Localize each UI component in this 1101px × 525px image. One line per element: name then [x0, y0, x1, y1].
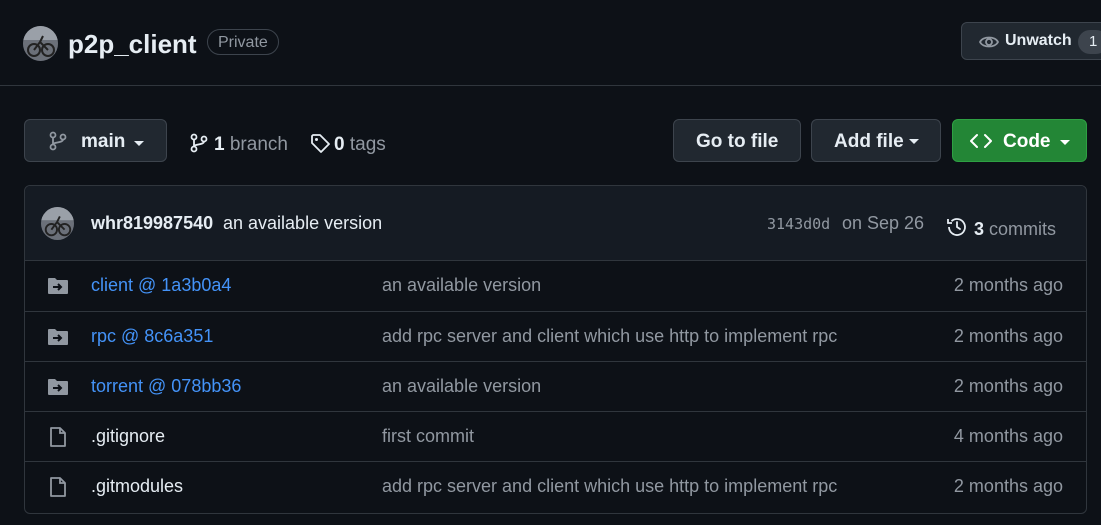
commits-history-link[interactable]: 3 commits [946, 213, 1056, 240]
file-name[interactable]: rpc @ 8c6a351 [91, 326, 213, 347]
tag-icon [311, 134, 330, 153]
file-row[interactable]: .gitmodules add rpc server and client wh… [25, 461, 1086, 511]
unwatch-button[interactable]: Unwatch 1 [961, 22, 1101, 60]
file-commit-message[interactable]: first commit [382, 426, 474, 447]
commit-author[interactable]: whr819987540 [91, 213, 213, 234]
commit-author-avatar[interactable] [41, 207, 74, 240]
file-row[interactable]: torrent @ 078bb36 an available version 2… [25, 361, 1086, 411]
file-row[interactable]: rpc @ 8c6a351 add rpc server and client … [25, 311, 1086, 361]
commit-author-avatar-image [41, 207, 74, 240]
chevron-down-icon [1060, 140, 1070, 145]
commit-date: on Sep 26 [842, 213, 925, 233]
file-icon [50, 477, 66, 497]
go-to-file-button[interactable]: Go to file [673, 119, 801, 162]
file-name[interactable]: .gitignore [91, 426, 165, 447]
add-file-label: Add file [834, 131, 904, 152]
file-age: 2 months ago [953, 376, 1063, 396]
code-icon [970, 134, 992, 148]
history-icon [947, 218, 966, 236]
branches-count: 1 [214, 134, 225, 155]
branches-text: branch [229, 134, 288, 155]
file-age: 4 months ago [953, 426, 1063, 446]
commit-sha[interactable]: 3143d0d [767, 215, 830, 233]
branches-link[interactable]: 1 branch [190, 130, 288, 156]
add-file-button[interactable]: Add file [811, 119, 941, 162]
file-browser: whr819987540 an available version 3143d0… [24, 185, 1087, 514]
file-commit-message[interactable]: add rpc server and client which use http… [382, 476, 837, 497]
unwatch-label: Unwatch [1005, 32, 1072, 49]
owner-avatar[interactable] [23, 26, 58, 61]
tags-count: 0 [334, 134, 345, 155]
tags-text: tags [349, 134, 386, 155]
file-age: 2 months ago [953, 476, 1063, 496]
eye-icon [979, 36, 999, 48]
branch-name: main [81, 131, 126, 152]
submodule-folder-icon [48, 329, 68, 345]
file-icon [50, 427, 66, 447]
chevron-down-icon [134, 141, 144, 146]
commits-text: commits [989, 219, 1057, 239]
go-to-file-label: Go to file [696, 131, 779, 152]
file-row[interactable]: client @ 1a3b0a4 an available version 2 … [25, 261, 1086, 311]
file-age: 2 months ago [953, 275, 1063, 295]
commit-message[interactable]: an available version [223, 213, 382, 234]
latest-commit-bar: whr819987540 an available version 3143d0… [25, 186, 1086, 261]
chevron-down-icon [909, 139, 919, 144]
file-row[interactable]: .gitignore first commit 4 months ago [25, 411, 1086, 461]
header-divider [0, 85, 1101, 86]
file-name[interactable]: client @ 1a3b0a4 [91, 275, 231, 296]
tags-link[interactable]: 0 tags [310, 130, 386, 156]
code-button[interactable]: Code [952, 119, 1087, 162]
watch-count: 1 [1078, 30, 1101, 54]
visibility-badge: Private [207, 29, 279, 55]
branch-select-button[interactable]: main [24, 119, 167, 162]
commits-count: 3 [974, 219, 985, 239]
git-branch-icon [190, 133, 208, 153]
submodule-folder-icon [48, 379, 68, 395]
repo-name[interactable]: p2p_client [68, 28, 197, 60]
file-name[interactable]: torrent @ 078bb36 [91, 376, 241, 397]
file-age: 2 months ago [953, 326, 1063, 346]
submodule-folder-icon [48, 278, 68, 294]
file-commit-message[interactable]: an available version [382, 376, 541, 397]
file-commit-message[interactable]: an available version [382, 275, 541, 296]
code-label: Code [1003, 131, 1051, 152]
file-commit-message[interactable]: add rpc server and client which use http… [382, 326, 837, 347]
git-branch-icon [49, 131, 67, 151]
owner-avatar-image [23, 26, 58, 61]
file-name[interactable]: .gitmodules [91, 476, 183, 497]
